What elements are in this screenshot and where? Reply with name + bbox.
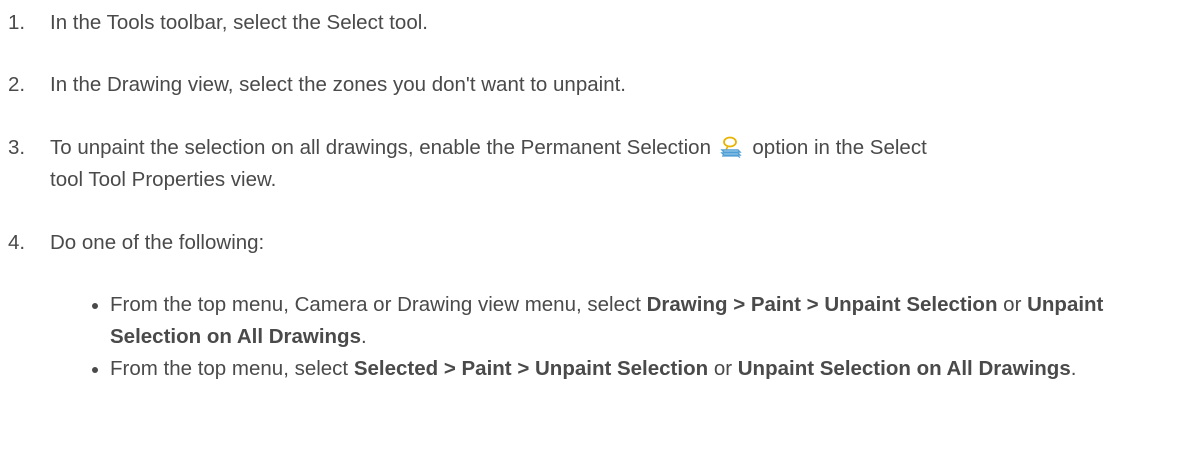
menu-command: Unpaint Selection on All Drawings xyxy=(737,357,1071,380)
step-number: 2. xyxy=(8,73,26,96)
step-3: 3. To unpaint the selection on all drawi… xyxy=(8,132,1193,196)
step-2: 2. In the Drawing view, select the zones… xyxy=(8,69,1193,101)
step-text: In the Drawing view, select the zones yo… xyxy=(50,73,626,96)
bullet-text: From the top menu, Camera or Drawing vie… xyxy=(110,289,1190,353)
bullet-suffix: . xyxy=(1070,357,1077,380)
bullet-text: From the top menu, select Selected > Pai… xyxy=(110,353,1190,385)
bullet-middle: or xyxy=(997,293,1028,316)
bullet-item-2: From the top menu, select Selected > Pai… xyxy=(90,353,1190,385)
step-4: 4. Do one of the following: xyxy=(8,227,1193,259)
step-number: 1. xyxy=(8,11,26,34)
bullet-dot xyxy=(90,289,110,353)
bullet-prefix: From the top menu, select xyxy=(110,357,354,380)
step-text: To unpaint the selection on all drawings… xyxy=(50,132,1193,196)
step-text: In the Tools toolbar, select the Select … xyxy=(50,11,428,34)
step-number: 4. xyxy=(8,231,26,254)
permanent-selection-icon xyxy=(719,136,743,158)
step-text-line-2: tool Tool Properties view. xyxy=(50,168,277,191)
bullet-suffix: . xyxy=(360,325,367,348)
step-text: Do one of the following: xyxy=(50,231,265,254)
bullet-middle: or xyxy=(708,357,738,380)
step-text-after-icon: option in the Select xyxy=(752,136,927,159)
step-text-before-icon: To unpaint the selection on all drawings… xyxy=(50,136,711,159)
bullet-prefix: From the top menu, Camera or Drawing vie… xyxy=(110,293,647,316)
menu-path: Selected > Paint > Unpaint Selection xyxy=(353,357,709,380)
bullet-item-1: From the top menu, Camera or Drawing vie… xyxy=(90,289,1190,353)
step-number: 3. xyxy=(8,136,26,159)
bullet-dot xyxy=(90,353,110,385)
menu-path: Drawing > Paint > Unpaint Selection xyxy=(646,293,998,316)
step-1: 1. In the Tools toolbar, select the Sele… xyxy=(8,7,1193,39)
